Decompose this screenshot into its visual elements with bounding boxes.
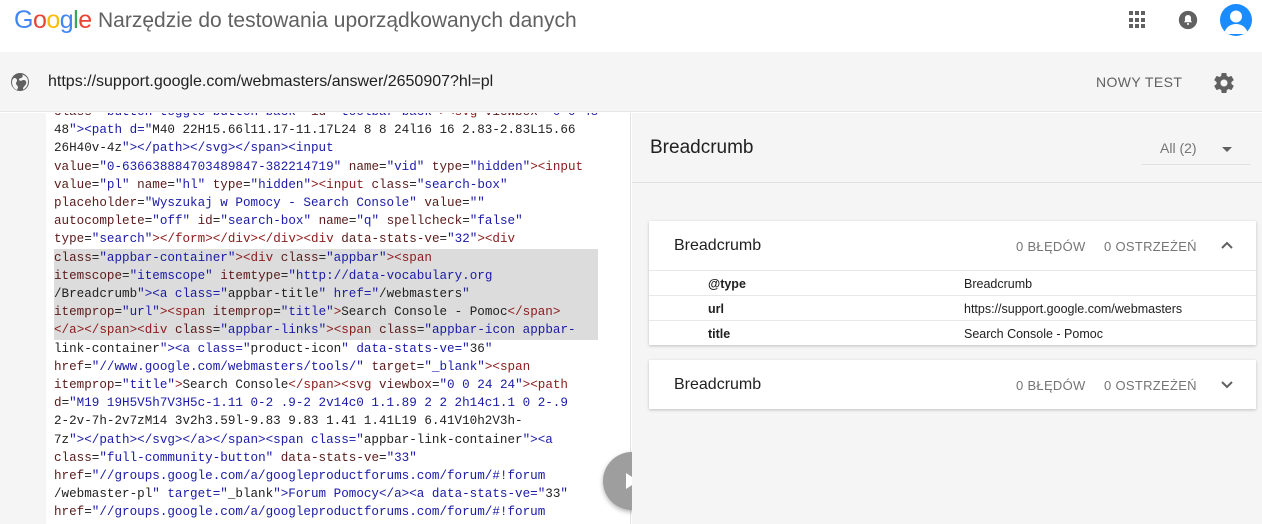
- person-icon: [1224, 10, 1248, 34]
- chevron-down-icon[interactable]: [1221, 379, 1233, 389]
- code-line: class="appbar-container"><div class="app…: [54, 248, 599, 267]
- settings-gear-icon[interactable]: [1212, 71, 1236, 95]
- code-line: d="M19 19H5V5h7V3H5c-1.11 0-2 .9-2 2v14c…: [54, 396, 568, 411]
- property-key: title: [708, 327, 731, 341]
- caret-down-icon: [1222, 147, 1232, 152]
- code-line: class="full-community-button" data-stats…: [54, 450, 417, 465]
- logo-letter: G: [14, 6, 33, 34]
- property-row: title Search Console - Pomoc: [649, 320, 1256, 345]
- code-line: itemprop="url"><span itemprop="title">Se…: [54, 303, 599, 322]
- code-line: 2-2v-7h-2v7zM14 3v2h3.59l-9.83 9.83 1.41…: [54, 414, 523, 429]
- code-line: itemscope="itemscope" itemtype="http://d…: [54, 266, 599, 286]
- logo-letter: o: [46, 6, 60, 34]
- chevron-up-icon[interactable]: [1221, 240, 1233, 250]
- result-card-title: Breadcrumb: [674, 237, 762, 254]
- code-line: /Breadcrumb"><a class="appbar-title" hre…: [54, 285, 599, 304]
- logo-letter: e: [78, 6, 92, 34]
- results-header: Breadcrumb All (2): [632, 113, 1262, 183]
- property-key: url: [708, 302, 724, 316]
- results-title: Breadcrumb: [650, 137, 754, 158]
- errors-count: 0 BŁĘDÓW: [1016, 239, 1086, 254]
- property-key: @type: [708, 277, 746, 291]
- property-row: @type Breadcrumb: [649, 270, 1256, 295]
- code-line: placeholder="Wyszukaj w Pomocy - Search …: [54, 196, 485, 211]
- result-card-header[interactable]: Breadcrumb 0 BŁĘDÓW 0 OSTRZEŻEŃ: [649, 360, 1256, 409]
- notifications-bell-icon[interactable]: [1177, 9, 1199, 31]
- top-header: Google Narzędzie do testowania uporządko…: [0, 0, 1262, 52]
- code-line: type="search"></form></div></div><div da…: [54, 232, 516, 247]
- filter-dropdown-label: All (2): [1160, 140, 1197, 156]
- code-lines: class="button toggle-button-back" id="to…: [54, 113, 599, 522]
- new-test-button[interactable]: NOWY TEST: [1086, 66, 1192, 98]
- results-pane: Breadcrumb All (2) Breadcrumb 0 BŁĘDÓW 0…: [632, 113, 1262, 524]
- code-editor[interactable]: class="button toggle-button-back" id="to…: [46, 113, 631, 524]
- code-line: link-container"><a class="product-icon" …: [54, 341, 493, 356]
- property-value: Search Console - Pomoc: [964, 327, 1103, 341]
- warnings-count: 0 OSTRZEŻEŃ: [1104, 239, 1197, 254]
- code-line: 7z"></path></svg></a></span><span class=…: [54, 432, 553, 447]
- logo-letter: g: [59, 6, 74, 34]
- warnings-count: 0 OSTRZEŻEŃ: [1104, 378, 1197, 393]
- url-bar: https://support.google.com/webmasters/an…: [0, 52, 1262, 112]
- code-line: autocomplete="off" id="search-box" name=…: [54, 214, 523, 229]
- globe-icon: [11, 73, 29, 91]
- code-line: href="//groups.google.com/a/googleproduc…: [54, 505, 546, 520]
- logo-letter: o: [32, 6, 47, 34]
- code-gutter: [0, 113, 46, 524]
- property-value: Breadcrumb: [964, 277, 1033, 291]
- code-line: href="//www.google.com/webmasters/tools/…: [54, 359, 531, 374]
- code-line: itemprop="title">Search Console</span><s…: [54, 378, 568, 393]
- code-line: href="//groups.google.com/a/googleproduc…: [54, 469, 546, 484]
- url-input[interactable]: https://support.google.com/webmasters/an…: [48, 73, 493, 91]
- code-line: /webmaster-pl" target="_blank">Forum Pom…: [54, 487, 568, 502]
- code-line: 26H40v-4z"></path></svg></span><input: [54, 141, 334, 156]
- code-line: </a></span><div class="appbar-links"><sp…: [54, 321, 599, 340]
- user-avatar[interactable]: [1220, 4, 1252, 36]
- code-line: value="pl" name="hl" type="hidden"><inpu…: [54, 177, 508, 192]
- app-title: Narzędzie do testowania uporządkowanych …: [98, 9, 577, 32]
- property-row: url https://support.google.com/webmaster…: [649, 295, 1256, 320]
- result-card: Breadcrumb 0 BŁĘDÓW 0 OSTRZEŻEŃ @type Br…: [649, 221, 1256, 345]
- filter-dropdown[interactable]: All (2): [1142, 133, 1250, 165]
- property-value: https://support.google.com/webmasters: [964, 302, 1183, 316]
- google-logo[interactable]: Google: [14, 6, 92, 35]
- code-line: class="button toggle-button-back" id="to…: [54, 113, 598, 121]
- apps-grid-icon[interactable]: [1129, 11, 1147, 29]
- result-card: Breadcrumb 0 BŁĘDÓW 0 OSTRZEŻEŃ: [649, 360, 1256, 409]
- errors-count: 0 BŁĘDÓW: [1016, 378, 1086, 393]
- result-card-title: Breadcrumb: [674, 376, 762, 393]
- code-line: 48"><path d="M40 22H15.66l11.17-11.17L24…: [54, 123, 576, 138]
- code-line: value="0-636638884703489847-382214719" n…: [54, 159, 584, 174]
- result-card-header[interactable]: Breadcrumb 0 BŁĘDÓW 0 OSTRZEŻEŃ: [649, 221, 1256, 270]
